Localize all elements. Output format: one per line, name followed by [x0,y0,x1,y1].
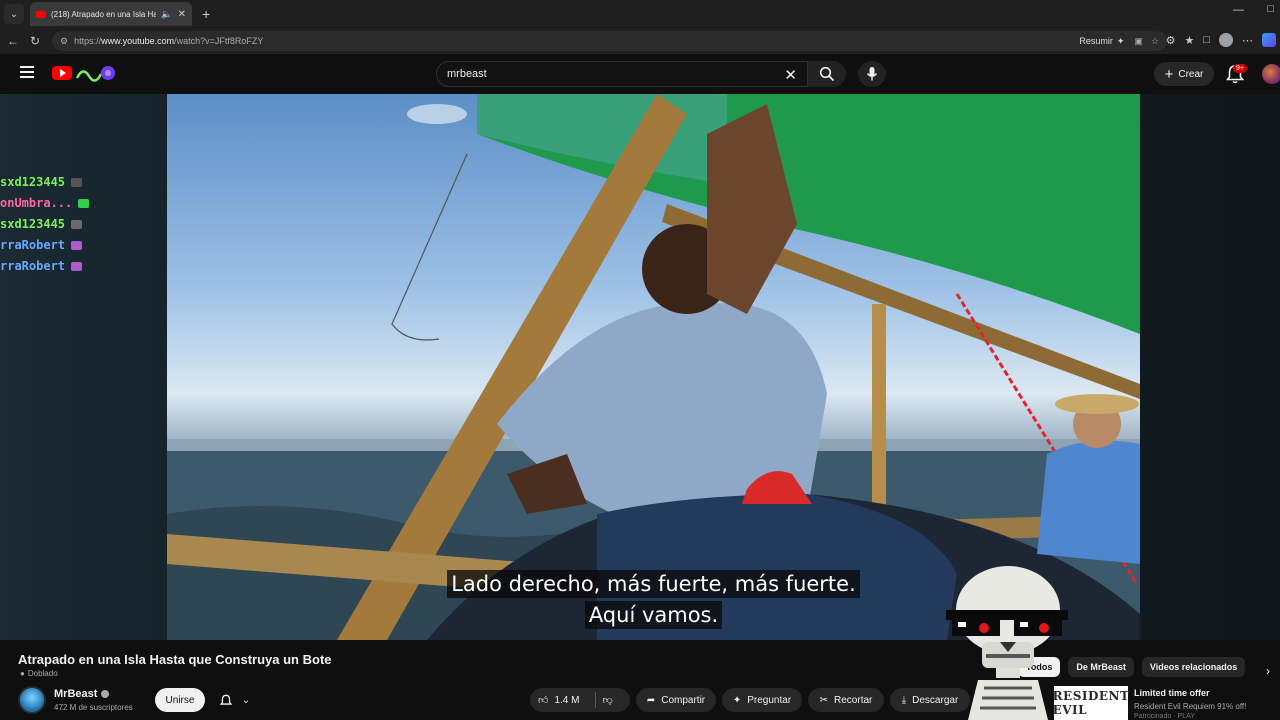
chat-emote-icon [71,220,83,229]
profile-avatar[interactable] [1219,33,1233,47]
collections-icon[interactable]: □ [1203,34,1210,46]
video-player[interactable]: Lado derecho, más fuerte, más fuerte. Aq… [167,94,1140,640]
microphone-icon [866,67,878,81]
thumbs-up-icon[interactable]: 👍︎ [538,694,548,706]
tab-search-chevron-icon[interactable]: ⌄ [4,4,24,24]
chat-line: rraRobert [0,235,120,256]
hamburger-menu-icon[interactable] [20,66,34,78]
search-query-text: mrbeast [447,68,487,80]
search-icon [819,66,835,82]
clip-label: Recortar [834,694,873,706]
chat-emote-icon [71,241,83,250]
download-arrow-icon: ⤓ [901,694,907,706]
install-app-icon[interactable]: ▣ [1134,36,1143,47]
divider [595,692,597,708]
speaker-icon[interactable]: 🔈 [161,9,172,20]
clip-button[interactable]: ✂ Recortar [808,688,884,712]
maximize-window-icon[interactable]: □ [1267,3,1274,15]
clear-search-icon[interactable]: ✕ [784,66,797,84]
reload-icon[interactable]: ↻ [24,34,46,48]
thumbs-down-icon[interactable]: 👎︎ [602,694,612,706]
channel-name-text: MrBeast [54,688,98,700]
youtube-doodle-logo[interactable] [75,62,117,84]
chip-videos-relacionados[interactable]: Videos relacionados [1141,657,1246,677]
subscriber-count: 472 M de suscriptores [54,703,133,712]
sparkle-icon: ✦ [732,694,742,706]
chat-username: onUmbra... [0,196,73,210]
chat-emote-icon [71,262,83,271]
address-toolbar: ← ↻ ⚙ https://www.youtube.com/watch?v=JF… [0,28,1280,54]
dubbed-badge: ● Doblado [20,669,58,678]
resumir-button[interactable]: Resumir ✦ [1079,36,1124,47]
url-text: https://www.youtube.com/watch?v=JFtf8RoF… [74,36,264,46]
chat-emote-icon [71,178,83,187]
new-tab-plus-icon[interactable]: + [202,6,210,22]
youtube-logo-icon[interactable] [52,66,72,80]
account-avatar[interactable] [1262,64,1280,84]
voice-search-button[interactable] [858,61,886,87]
browser-tab-active[interactable]: (218) Atrapado en una Isla Ha 🔈 ✕ [30,2,192,26]
join-button[interactable]: Unirse [155,688,205,712]
tab-title: (218) Atrapado en una Isla Ha [51,9,157,19]
share-button[interactable]: ➦ Compartir [636,688,716,712]
site-info-icon[interactable]: ⚙ [60,36,68,47]
chat-line: sxd123445 [0,214,120,235]
ask-button[interactable]: ✦ Preguntar [722,688,802,712]
create-label: Crear [1178,68,1204,80]
chat-line: onUmbra... [0,193,120,214]
search-input[interactable]: mrbeast ✕ [436,61,808,87]
caption-line: Lado derecho, más fuerte, más fuerte. [447,570,860,598]
chevron-right-icon[interactable]: › [1266,664,1270,678]
skull-overlay-sticker [946,566,1068,720]
copilot-icon[interactable] [1262,33,1276,47]
bell-icon [219,694,232,705]
stream-chat-overlay: sxd123445 onUmbra... sxd123445 rraRobert… [0,172,120,277]
chat-line: sxd123445 [0,172,120,193]
ad-subtitle: Resident Evil Requiem 91% off! [1134,702,1247,711]
ad-sponsor-label: Patrocinado · PLAY [1134,713,1195,720]
like-dislike-group: 👍︎ 1.4 M 👎︎ [530,688,630,712]
sparkle-icon: ✦ [1116,35,1125,46]
extension-icon[interactable]: ⚙ [1166,34,1176,47]
bookmark-star-icon[interactable]: ☆ [1151,36,1159,47]
dubbed-label: Doblado [27,669,58,678]
chat-line: rraRobert [0,256,120,277]
browser-tab-strip: ⌄ (218) Atrapado en una Isla Ha 🔈 ✕ + — … [0,0,1280,28]
caption-line: Aquí vamos. [584,601,723,629]
like-count[interactable]: 1.4 M [554,695,579,706]
dub-person-icon: ● [20,669,25,678]
create-button[interactable]: + Crear [1154,62,1214,86]
youtube-favicon-icon [36,10,46,18]
ad-title[interactable]: Limited time offer [1134,688,1210,698]
close-tab-icon[interactable]: ✕ [178,9,186,20]
plus-icon: + [1164,65,1174,83]
chat-username: rraRobert [0,238,66,252]
back-arrow-icon[interactable]: ← [2,34,24,48]
share-arrow-icon: ➦ [646,694,656,706]
favorites-icon[interactable]: ★ [1184,34,1194,47]
chat-username: sxd123445 [0,217,66,231]
url-bar[interactable]: ⚙ https://www.youtube.com/watch?v=JFtf8R… [52,31,1167,51]
chip-de-mrbeast[interactable]: De MrBeast [1068,657,1134,677]
scissors-icon: ✂ [819,694,829,706]
notification-count-badge: 9+ [1233,64,1247,73]
search-button[interactable] [808,61,846,87]
video-title: Atrapado en una Isla Hasta que Construya… [18,652,332,667]
browser-extensions: ⚙ ★ □ ⋯ [1166,33,1280,47]
more-menu-icon[interactable]: ⋯ [1242,34,1253,47]
minimize-window-icon[interactable]: — [1233,4,1244,16]
chevron-down-icon: ⌄ [241,694,251,706]
channel-name[interactable]: MrBeast [54,688,110,700]
chat-emote-icon [78,199,90,208]
youtube-header: mrbeast ✕ + Crear 9+ [0,54,1280,94]
video-frame [167,94,1140,640]
subscription-bell-button[interactable]: ⌄ [210,688,260,712]
channel-avatar[interactable] [18,686,46,714]
chat-username: sxd123445 [0,175,66,189]
chat-username: rraRobert [0,259,66,273]
share-label: Compartir [661,694,706,706]
ask-label: Preguntar [747,694,792,706]
verified-check-icon [101,690,110,698]
